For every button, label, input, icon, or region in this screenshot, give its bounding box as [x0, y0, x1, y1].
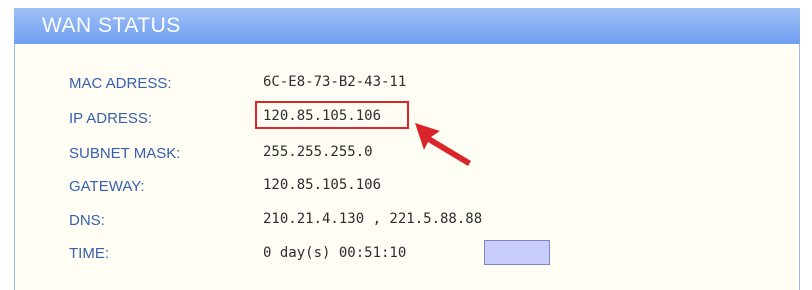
- subnet-mask-value: 255.255.255.0: [263, 144, 373, 160]
- mac-address-label: MAC ADRESS:: [69, 75, 172, 92]
- gateway-label: GATEWAY:: [69, 178, 145, 195]
- dns-value: 210.21.4.130 , 221.5.88.88: [263, 211, 483, 227]
- time-value: 0 day(s) 00:51:10: [263, 245, 407, 261]
- mac-address-value: 6C-E8-73-B2-43-11: [263, 74, 407, 90]
- ip-highlight-box: [255, 101, 409, 129]
- refresh-button[interactable]: [484, 240, 550, 265]
- annotation-arrow-icon: [415, 123, 471, 166]
- gateway-value: 120.85.105.106: [263, 177, 382, 193]
- panel-header: WAN STATUS: [14, 8, 800, 44]
- time-label: TIME:: [69, 245, 109, 262]
- dns-label: DNS:: [69, 212, 105, 229]
- ip-address-label: IP ADRESS:: [69, 110, 153, 127]
- subnet-mask-label: SUBNET MASK:: [69, 145, 181, 162]
- panel-title: WAN STATUS: [42, 14, 181, 37]
